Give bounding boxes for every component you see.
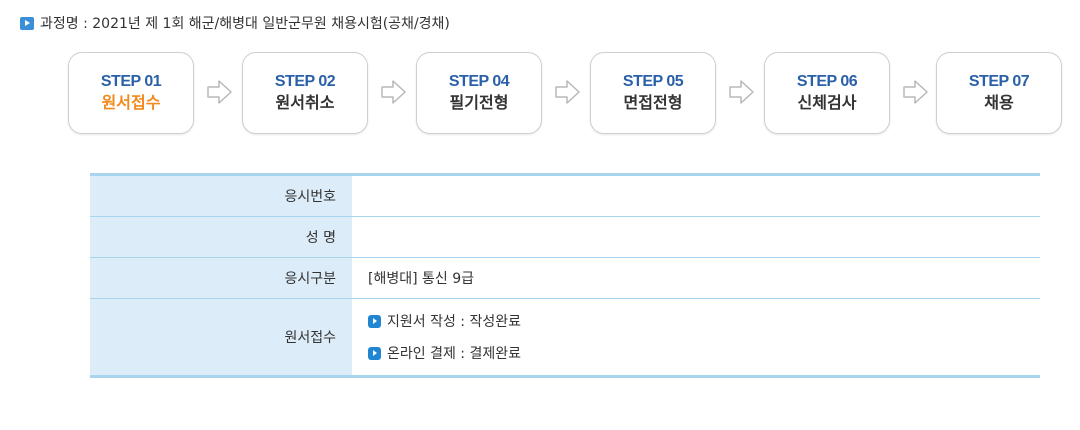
status-line: 지원서 작성 : 작성완료 [368,305,1040,337]
step-cancel-application[interactable]: STEP 02 원서취소 [242,52,368,134]
step-name: 원서취소 [275,93,335,112]
category-value: [해병대] 통신 9급 [368,271,475,287]
category-label: 응시구분 [90,257,352,299]
step-name: 채용 [984,93,1014,112]
arrow-right-icon [729,80,754,104]
table-row: 응시구분 [해병대] 통신 9급 [90,257,1040,299]
applicant-info-table: 응시번호 성 명 응시구분 [해병대] 통신 9급 원서접수 지원서 작성 : … [90,173,1040,378]
arrow-bullet-icon [368,314,381,328]
arrow-right-icon [555,80,580,104]
name-label: 성 명 [90,216,352,258]
step-number: STEP 05 [622,73,684,90]
name-value [352,217,1040,258]
step-number: STEP 06 [796,73,858,90]
step-number: STEP 01 [100,73,162,90]
payment-status-text: 온라인 결제 : 결제완료 [387,346,521,362]
step-physical-exam[interactable]: STEP 06 신체검사 [764,52,890,134]
step-name: 면접전형 [623,93,683,112]
step-application[interactable]: STEP 01 원서접수 [68,52,194,134]
step-written-exam[interactable]: STEP 04 필기전형 [416,52,542,134]
exam-number-value [352,175,1040,217]
step-number: STEP 04 [448,73,510,90]
play-bullet-icon [20,16,34,30]
step-interview[interactable]: STEP 05 면접전형 [590,52,716,134]
step-name: 원서접수 [101,93,161,112]
course-title: 과정명 : 2021년 제 1회 해군/해병대 일반군무원 채용시험(공채/경채… [20,12,450,34]
application-label: 원서접수 [90,298,352,377]
step-progress: STEP 01 원서접수 STEP 02 원서취소 STEP 04 필기전형 S… [68,52,1062,134]
step-number: STEP 02 [274,73,336,90]
table-row: 응시번호 [90,174,1040,217]
step-name: 필기전형 [449,93,509,112]
arrow-right-icon [903,80,928,104]
step-number: STEP 07 [968,73,1030,90]
step-hiring[interactable]: STEP 07 채용 [936,52,1062,134]
exam-number-label: 응시번호 [90,174,352,217]
table-row: 성 명 [90,216,1040,258]
arrow-right-icon [207,80,232,104]
arrow-right-icon [381,80,406,104]
step-name: 신체검사 [797,93,857,112]
course-title-text: 과정명 : 2021년 제 1회 해군/해병대 일반군무원 채용시험(공채/경채… [40,16,450,32]
arrow-bullet-icon [368,346,381,360]
table-row: 원서접수 지원서 작성 : 작성완료 온라인 결제 : 결제완료 [90,298,1040,377]
form-status-text: 지원서 작성 : 작성완료 [387,314,521,330]
status-line: 온라인 결제 : 결제완료 [368,337,1040,369]
application-status: 지원서 작성 : 작성완료 온라인 결제 : 결제완료 [352,299,1040,377]
